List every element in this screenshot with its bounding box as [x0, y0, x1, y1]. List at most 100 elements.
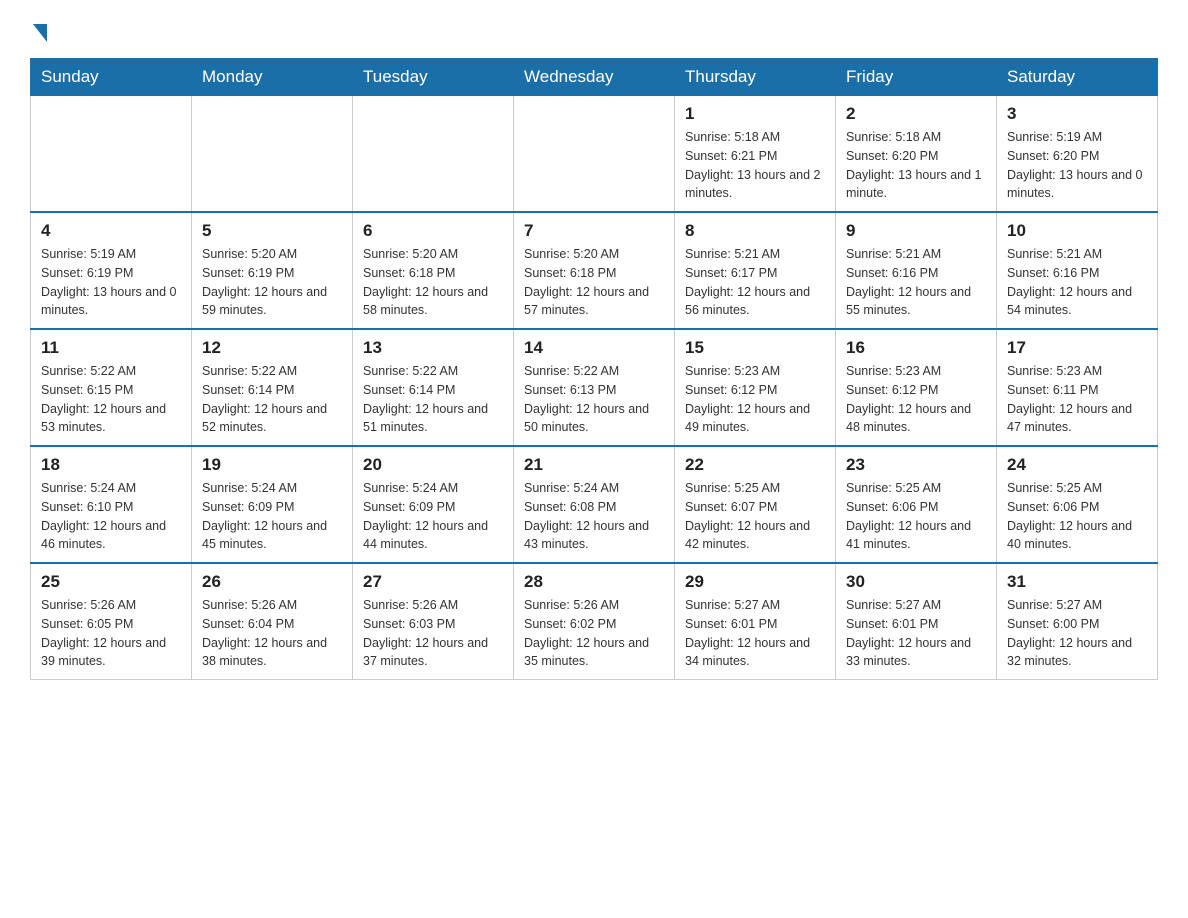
day-number: 2	[846, 104, 986, 124]
day-number: 21	[524, 455, 664, 475]
day-number: 28	[524, 572, 664, 592]
day-number: 13	[363, 338, 503, 358]
calendar-cell: 13 Sunrise: 5:22 AMSunset: 6:14 PMDayligh…	[353, 329, 514, 446]
day-info: Sunrise: 5:24 AMSunset: 6:08 PMDaylight:…	[524, 479, 664, 554]
day-info: Sunrise: 5:20 AMSunset: 6:18 PMDaylight:…	[524, 245, 664, 320]
day-info: Sunrise: 5:27 AMSunset: 6:00 PMDaylight:…	[1007, 596, 1147, 671]
calendar-cell: 12Sunrise: 5:22 AMSunset: 6:14 PMDayligh…	[192, 329, 353, 446]
day-number: 11	[41, 338, 181, 358]
day-number: 27	[363, 572, 503, 592]
day-number: 20	[363, 455, 503, 475]
calendar-cell: 15Sunrise: 5:23 AMSunset: 6:12 PMDayligh…	[675, 329, 836, 446]
day-number: 14	[524, 338, 664, 358]
calendar-cell: 4Sunrise: 5:19 AMSunset: 6:19 PMDaylight…	[31, 212, 192, 329]
day-info: Sunrise: 5:21 AMSunset: 6:17 PMDaylight:…	[685, 245, 825, 320]
calendar-cell: 26 Sunrise: 5:26 AMSunset: 6:04 PMDayligh…	[192, 563, 353, 680]
day-info: Sunrise: 5:26 AMSunset: 6:05 PMDaylight:…	[41, 596, 181, 671]
day-info: Sunrise: 5:25 AMSunset: 6:06 PMDaylight:…	[1007, 479, 1147, 554]
calendar-cell: 1Sunrise: 5:18 AMSunset: 6:21 PMDaylight…	[675, 96, 836, 213]
day-info: Sunrise: 5:24 AMSunset: 6:10 PMDaylight:…	[41, 479, 181, 554]
calendar-cell: 8Sunrise: 5:21 AMSunset: 6:17 PMDaylight…	[675, 212, 836, 329]
calendar-week-3: 11 Sunrise: 5:22 AMSunset: 6:15 PMDayligh…	[31, 329, 1158, 446]
day-info: Sunrise: 5:20 AMSunset: 6:19 PMDaylight:…	[202, 245, 342, 320]
day-number: 30	[846, 572, 986, 592]
calendar-cell: 24 Sunrise: 5:25 AMSunset: 6:06 PMDayligh…	[997, 446, 1158, 563]
calendar-cell: 7 Sunrise: 5:20 AMSunset: 6:18 PMDaylight…	[514, 212, 675, 329]
calendar-cell: 28 Sunrise: 5:26 AMSunset: 6:02 PMDayligh…	[514, 563, 675, 680]
calendar-week-1: 1Sunrise: 5:18 AMSunset: 6:21 PMDaylight…	[31, 96, 1158, 213]
calendar-cell: 30 Sunrise: 5:27 AMSunset: 6:01 PMDayligh…	[836, 563, 997, 680]
calendar-cell: 31 Sunrise: 5:27 AMSunset: 6:00 PMDayligh…	[997, 563, 1158, 680]
day-info: Sunrise: 5:20 AMSunset: 6:18 PMDaylight:…	[363, 245, 503, 320]
day-info: Sunrise: 5:27 AMSunset: 6:01 PMDaylight:…	[846, 596, 986, 671]
day-info: Sunrise: 5:22 AMSunset: 6:13 PMDaylight:…	[524, 362, 664, 437]
day-number: 18	[41, 455, 181, 475]
day-info: Sunrise: 5:18 AMSunset: 6:20 PMDaylight:…	[846, 128, 986, 203]
calendar-cell: 21 Sunrise: 5:24 AMSunset: 6:08 PMDayligh…	[514, 446, 675, 563]
day-info: Sunrise: 5:27 AMSunset: 6:01 PMDaylight:…	[685, 596, 825, 671]
day-number: 26	[202, 572, 342, 592]
calendar-header-row: SundayMondayTuesdayWednesdayThursdayFrid…	[31, 59, 1158, 96]
day-info: Sunrise: 5:22 AMSunset: 6:14 PMDaylight:…	[363, 362, 503, 437]
day-number: 22	[685, 455, 825, 475]
calendar-cell	[31, 96, 192, 213]
calendar-cell: 23 Sunrise: 5:25 AMSunset: 6:06 PMDayligh…	[836, 446, 997, 563]
calendar-week-2: 4Sunrise: 5:19 AMSunset: 6:19 PMDaylight…	[31, 212, 1158, 329]
day-number: 15	[685, 338, 825, 358]
day-number: 9	[846, 221, 986, 241]
calendar-cell: 11 Sunrise: 5:22 AMSunset: 6:15 PMDayligh…	[31, 329, 192, 446]
day-number: 19	[202, 455, 342, 475]
calendar-cell: 18 Sunrise: 5:24 AMSunset: 6:10 PMDayligh…	[31, 446, 192, 563]
day-info: Sunrise: 5:22 AMSunset: 6:14 PMDaylight:…	[202, 362, 342, 437]
day-info: Sunrise: 5:21 AMSunset: 6:16 PMDaylight:…	[846, 245, 986, 320]
weekday-header-monday: Monday	[192, 59, 353, 96]
calendar-cell	[353, 96, 514, 213]
calendar-cell: 14 Sunrise: 5:22 AMSunset: 6:13 PMDayligh…	[514, 329, 675, 446]
day-info: Sunrise: 5:23 AMSunset: 6:11 PMDaylight:…	[1007, 362, 1147, 437]
weekday-header-tuesday: Tuesday	[353, 59, 514, 96]
day-number: 24	[1007, 455, 1147, 475]
weekday-header-sunday: Sunday	[31, 59, 192, 96]
day-number: 17	[1007, 338, 1147, 358]
day-number: 31	[1007, 572, 1147, 592]
day-info: Sunrise: 5:21 AMSunset: 6:16 PMDaylight:…	[1007, 245, 1147, 320]
calendar-cell: 19 Sunrise: 5:24 AMSunset: 6:09 PMDayligh…	[192, 446, 353, 563]
day-number: 6	[363, 221, 503, 241]
day-number: 25	[41, 572, 181, 592]
day-number: 3	[1007, 104, 1147, 124]
day-info: Sunrise: 5:26 AMSunset: 6:04 PMDaylight:…	[202, 596, 342, 671]
calendar-table: SundayMondayTuesdayWednesdayThursdayFrid…	[30, 58, 1158, 680]
calendar-week-5: 25 Sunrise: 5:26 AMSunset: 6:05 PMDayligh…	[31, 563, 1158, 680]
day-info: Sunrise: 5:19 AMSunset: 6:19 PMDaylight:…	[41, 245, 181, 320]
day-info: Sunrise: 5:24 AMSunset: 6:09 PMDaylight:…	[202, 479, 342, 554]
day-number: 29	[685, 572, 825, 592]
calendar-cell	[514, 96, 675, 213]
day-info: Sunrise: 5:19 AMSunset: 6:20 PMDaylight:…	[1007, 128, 1147, 203]
calendar-cell: 29 Sunrise: 5:27 AMSunset: 6:01 PMDayligh…	[675, 563, 836, 680]
logo-arrow-icon	[33, 24, 47, 42]
day-info: Sunrise: 5:26 AMSunset: 6:02 PMDaylight:…	[524, 596, 664, 671]
weekday-header-wednesday: Wednesday	[514, 59, 675, 96]
weekday-header-friday: Friday	[836, 59, 997, 96]
weekday-header-thursday: Thursday	[675, 59, 836, 96]
day-info: Sunrise: 5:25 AMSunset: 6:06 PMDaylight:…	[846, 479, 986, 554]
day-info: Sunrise: 5:25 AMSunset: 6:07 PMDaylight:…	[685, 479, 825, 554]
day-number: 1	[685, 104, 825, 124]
day-info: Sunrise: 5:23 AMSunset: 6:12 PMDaylight:…	[846, 362, 986, 437]
calendar-cell: 20 Sunrise: 5:24 AMSunset: 6:09 PMDayligh…	[353, 446, 514, 563]
day-number: 10	[1007, 221, 1147, 241]
day-number: 23	[846, 455, 986, 475]
calendar-cell: 5 Sunrise: 5:20 AMSunset: 6:19 PMDaylight…	[192, 212, 353, 329]
weekday-header-saturday: Saturday	[997, 59, 1158, 96]
calendar-cell: 27Sunrise: 5:26 AMSunset: 6:03 PMDayligh…	[353, 563, 514, 680]
calendar-cell: 6 Sunrise: 5:20 AMSunset: 6:18 PMDaylight…	[353, 212, 514, 329]
day-number: 5	[202, 221, 342, 241]
calendar-cell: 16 Sunrise: 5:23 AMSunset: 6:12 PMDayligh…	[836, 329, 997, 446]
day-info: Sunrise: 5:22 AMSunset: 6:15 PMDaylight:…	[41, 362, 181, 437]
day-info: Sunrise: 5:24 AMSunset: 6:09 PMDaylight:…	[363, 479, 503, 554]
calendar-cell: 22 Sunrise: 5:25 AMSunset: 6:07 PMDayligh…	[675, 446, 836, 563]
day-number: 16	[846, 338, 986, 358]
page-header	[30, 20, 1158, 42]
day-number: 7	[524, 221, 664, 241]
calendar-week-4: 18 Sunrise: 5:24 AMSunset: 6:10 PMDayligh…	[31, 446, 1158, 563]
